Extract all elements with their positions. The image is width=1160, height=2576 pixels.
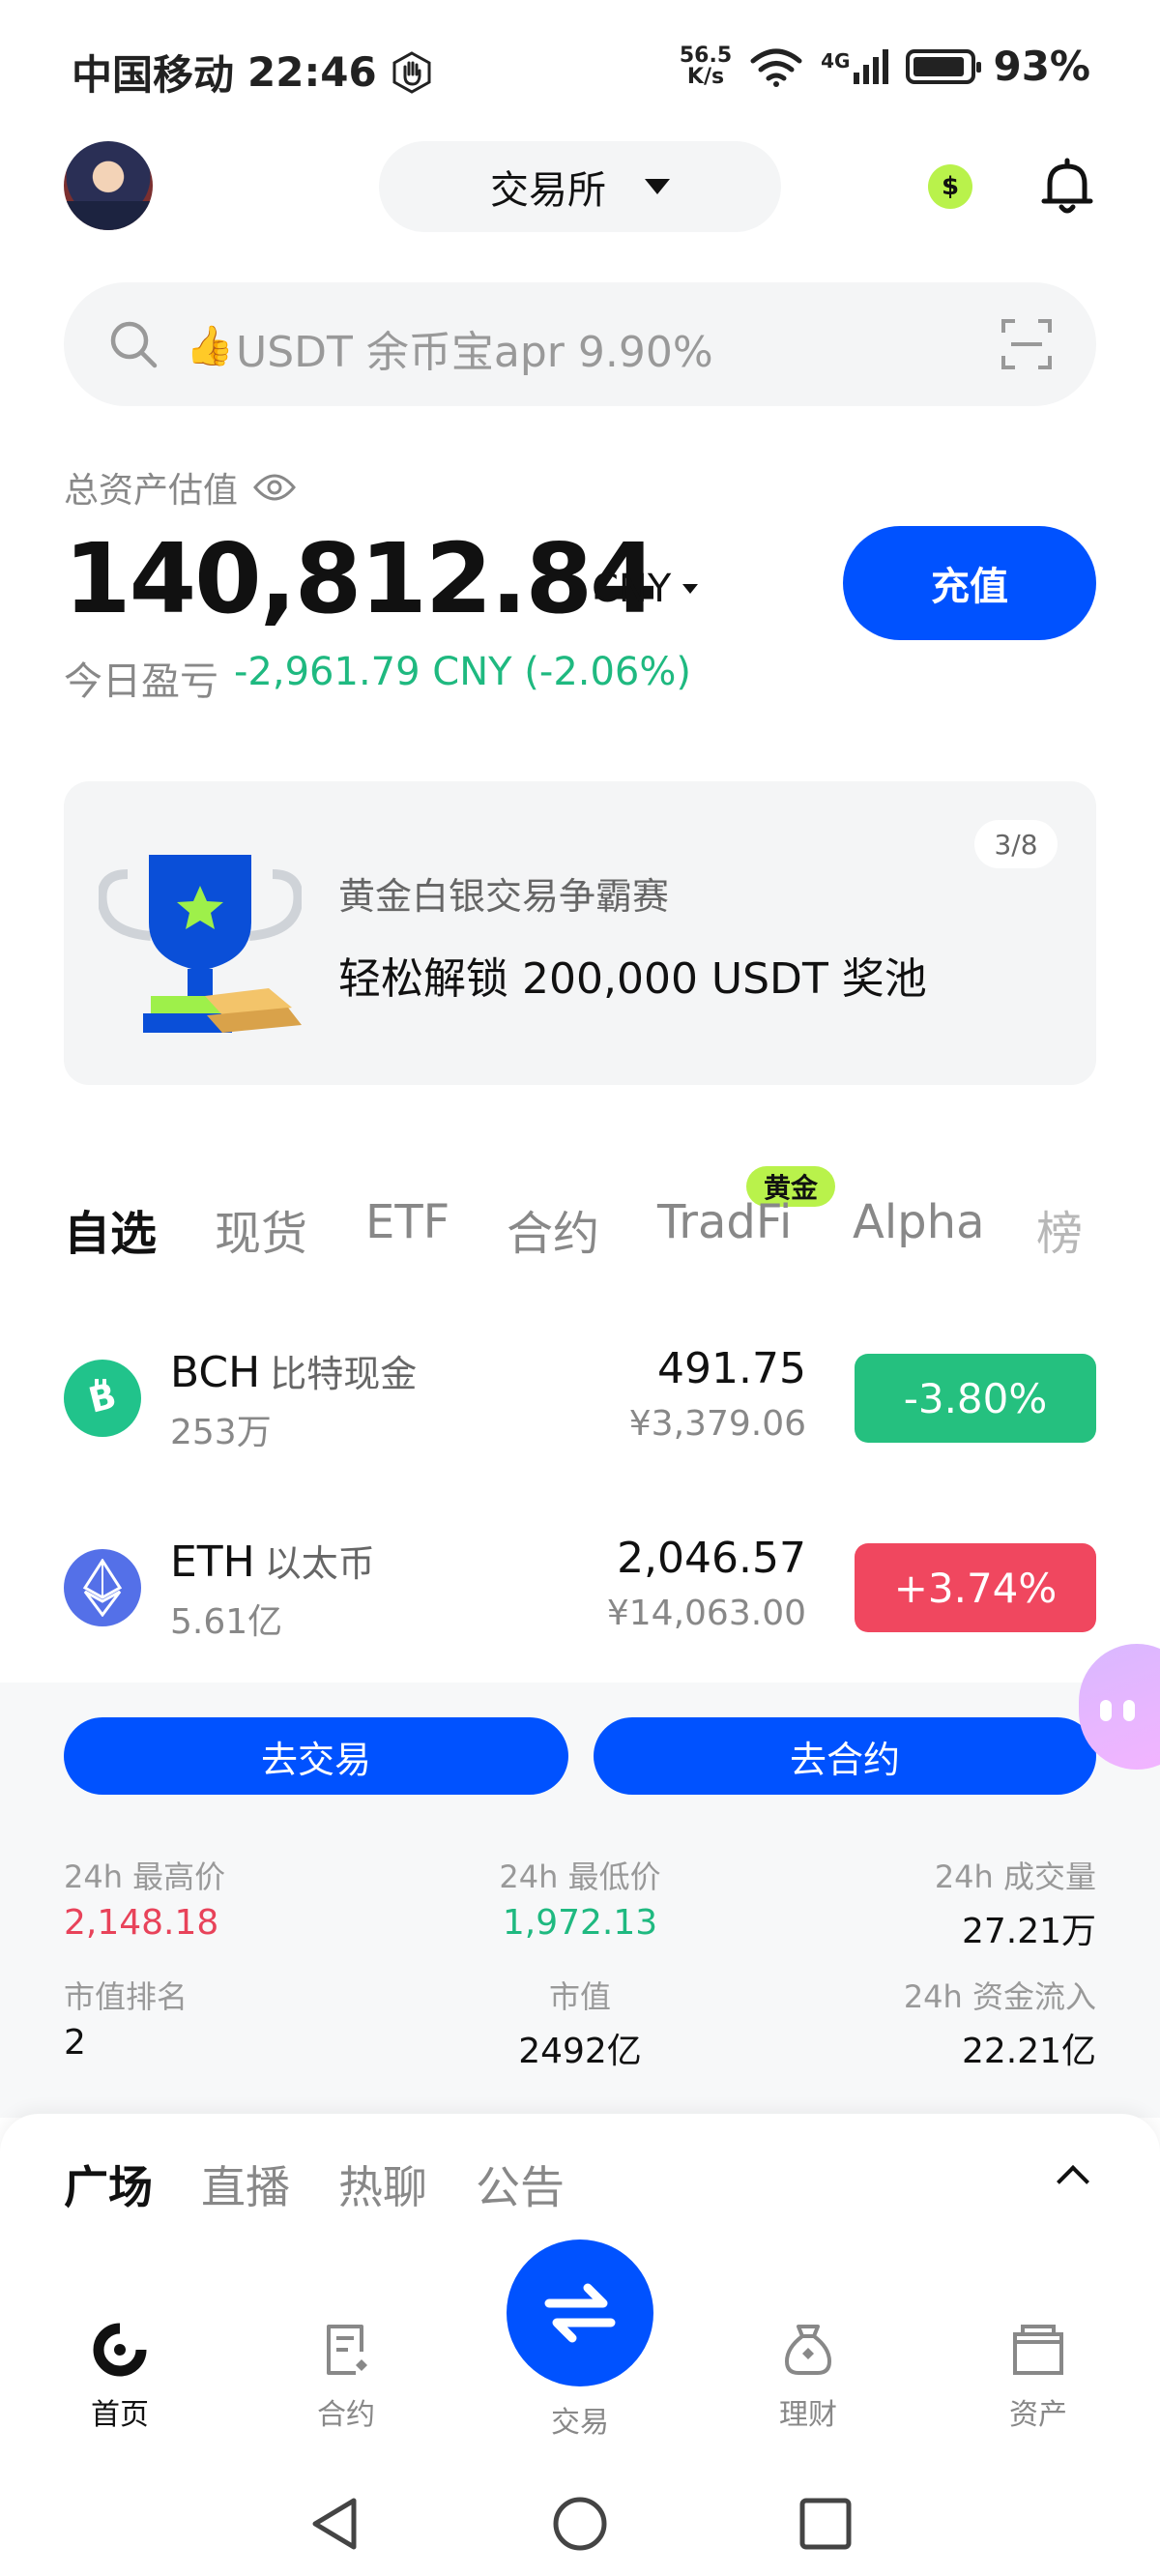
eye-icon[interactable] xyxy=(253,473,296,502)
sheet-tab-chat[interactable]: 热聊 xyxy=(338,2152,427,2216)
battery-icon xyxy=(906,48,982,84)
battery-percent: 93% xyxy=(993,43,1090,90)
tab-watchlist[interactable]: 自选 xyxy=(64,1195,157,1263)
deposit-button[interactable]: 充值 xyxy=(843,526,1096,640)
nav-home[interactable]: 首页 xyxy=(43,2321,197,2433)
pnl-value: -2,961.79 CNY (-2.06%) xyxy=(234,650,691,694)
promo-banner[interactable]: 3/8 黄金白银交易争霸赛 轻松解锁 200,000 USDT 奖池 xyxy=(64,781,1096,1085)
change-badge[interactable]: +3.74% xyxy=(855,1543,1096,1632)
banner-title: 轻松解锁 200,000 USDT 奖池 xyxy=(338,954,927,1004)
exchange-switch-label: 交易所 xyxy=(490,168,606,213)
swap-arrows-icon xyxy=(544,2283,616,2343)
carrier: 中国移动 xyxy=(72,51,235,99)
futures-icon xyxy=(327,2325,367,2375)
daily-pnl: 今日盈亏 -2,961.79 CNY (-2.06%) xyxy=(64,650,691,706)
bch-coin-icon: B xyxy=(64,1360,141,1437)
dollar-icon[interactable]: $ xyxy=(928,164,972,209)
caret-down-icon xyxy=(682,584,699,594)
banner-subtitle: 黄金白银交易争霸赛 xyxy=(338,875,670,918)
market-row-bch[interactable]: B BCH 比特现金 253万 491.75 ¥3,379.06 -3.80% xyxy=(64,1338,1096,1454)
status-left: 中国移动 22:46 xyxy=(72,43,433,102)
market-row-eth[interactable]: ETH 以太币 5.61亿 2,046.57 ¥14,063.00 +3.74% xyxy=(64,1528,1096,1644)
status-bar: 中国移动 22:46 56.5 K/s 4G 93% xyxy=(0,0,1160,135)
stat-24h-volume: 24h 成交量 27.21万 xyxy=(934,1859,1096,1951)
clock: 22:46 xyxy=(247,48,377,96)
stat-market-cap: 市值 2492亿 xyxy=(518,1978,642,2071)
total-assets-value: 140,812.84 xyxy=(64,522,658,635)
coin-symbol: ETH 以太币 xyxy=(170,1537,375,1587)
stat-24h-low: 24h 最低价 1,972.13 xyxy=(499,1859,661,1943)
wifi-icon xyxy=(750,48,802,87)
currency-selector[interactable]: CNY xyxy=(592,567,699,611)
gesture-hand-icon xyxy=(392,50,431,94)
tab-alpha[interactable]: Alpha xyxy=(853,1195,984,1249)
nav-futures[interactable]: 合约 xyxy=(269,2321,423,2433)
back-icon[interactable] xyxy=(307,2495,362,2553)
home-circle-icon[interactable] xyxy=(551,2495,609,2553)
coin-price-cny: ¥14,063.00 xyxy=(606,1594,806,1633)
banner-pager: 3/8 xyxy=(974,820,1058,868)
scan-icon[interactable] xyxy=(1000,317,1054,371)
tab-etf[interactable]: ETF xyxy=(365,1195,450,1249)
stat-24h-inflow: 24h 资金流入 22.21亿 xyxy=(903,1978,1096,2071)
pnl-label: 今日盈亏 xyxy=(64,659,218,704)
tab-tradfi[interactable]: TradFi xyxy=(657,1195,792,1249)
nav-assets[interactable]: 资产 xyxy=(961,2321,1116,2433)
avatar[interactable] xyxy=(64,141,153,230)
go-trade-button[interactable]: 去交易 xyxy=(64,1717,568,1795)
coin-volume: 253万 xyxy=(170,1413,272,1452)
exchange-switch[interactable]: 交易所 xyxy=(379,141,781,232)
coin-volume: 5.61亿 xyxy=(170,1602,283,1642)
wallet-icon xyxy=(1013,2325,1063,2375)
eth-coin-icon xyxy=(64,1549,141,1626)
sheet-tab-live[interactable]: 直播 xyxy=(201,2152,290,2216)
search-bar[interactable]: 👍 USDT 余币宝apr 9.90% xyxy=(64,282,1096,406)
search-placeholder: USDT 余币宝apr 9.90% xyxy=(236,328,713,377)
coin-detail-panel: 去交易 去合约 24h 最高价 2,148.18 24h 最低价 1,972.1… xyxy=(0,1683,1160,2118)
total-assets-label: 总资产估值 xyxy=(64,462,296,512)
sheet-tab-announcements[interactable]: 公告 xyxy=(476,2152,565,2216)
chevron-down-icon xyxy=(645,179,670,194)
tab-rankings[interactable]: 榜 xyxy=(1036,1195,1083,1263)
trade-fab[interactable] xyxy=(507,2239,653,2386)
tab-spot[interactable]: 现货 xyxy=(215,1195,307,1263)
system-navigation-bar xyxy=(0,2475,1160,2576)
chevron-up-icon[interactable] xyxy=(1057,2165,1089,2198)
cellular-signal-icon: 4G xyxy=(821,48,889,84)
nav-trade-label: 交易 xyxy=(551,2406,609,2440)
thumbs-up-icon: 👍 xyxy=(186,324,234,368)
search-icon xyxy=(110,321,158,368)
sheet-tab-square[interactable]: 广场 xyxy=(64,2152,153,2216)
go-futures-button[interactable]: 去合约 xyxy=(594,1717,1096,1795)
market-tabs: 自选 现货 ETF 合约 TradFi Alpha 榜 xyxy=(64,1195,1096,1273)
change-badge[interactable]: -3.80% xyxy=(855,1354,1096,1443)
money-bag-icon xyxy=(784,2325,832,2375)
coin-symbol: BCH 比特现金 xyxy=(170,1348,418,1397)
coin-price: 491.75 xyxy=(657,1344,806,1393)
stat-24h-high: 24h 最高价 2,148.18 xyxy=(64,1859,226,1943)
net-speed: 56.5 K/s xyxy=(679,43,733,89)
stat-market-cap-rank: 市值排名 2 xyxy=(64,1978,188,2063)
tab-futures[interactable]: 合约 xyxy=(507,1195,599,1263)
trophy-icon xyxy=(99,855,302,1033)
recents-icon[interactable] xyxy=(798,2497,853,2551)
coin-price-cny: ¥3,379.06 xyxy=(628,1404,806,1444)
coin-price: 2,046.57 xyxy=(617,1534,806,1583)
home-logo-icon xyxy=(93,2323,147,2377)
bell-icon[interactable] xyxy=(1040,157,1094,217)
status-right: 56.5 K/s 4G 93% xyxy=(680,43,1090,90)
nav-earn[interactable]: 理财 xyxy=(731,2321,885,2433)
